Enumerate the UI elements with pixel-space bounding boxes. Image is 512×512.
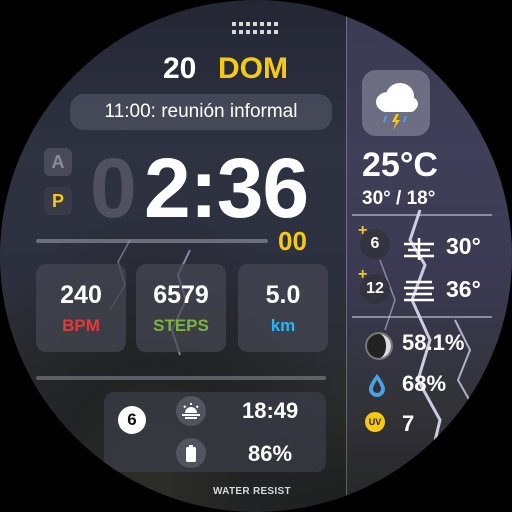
menu-dots-icon[interactable] [232,22,280,36]
humidity-drop-icon [369,374,385,397]
seconds-divider [36,239,268,243]
moon-illumination: 58.1% [402,330,465,355]
current-temperature: 25°C [362,146,438,184]
uv-icon: UV [365,412,385,432]
haze-icon [404,280,434,302]
seconds-display: 00 [278,226,307,256]
distance-value: 5.0 [265,280,301,309]
battery-level: 86% [248,441,293,466]
battery-icon [176,438,206,468]
uv-index: 7 [402,411,415,436]
heart-rate-unit: BPM [62,315,100,335]
fog-icon [404,238,434,260]
distance-complication[interactable]: 5.0 km [238,264,328,352]
steps-value: 6579 [153,280,209,309]
watch-face: 20 DOM 11:00: reunión informal A P 0 2:3… [0,0,512,512]
bottom-divider [36,376,326,380]
forecast-hours-1: 6 [360,229,390,259]
temperature-min-max: 30° / 18° [362,188,436,209]
weather-divider-1 [352,214,492,216]
heart-rate-complication[interactable]: 240 BPM [36,264,126,352]
date-day-number: 20 [163,52,197,85]
weather-divider-2 [352,316,492,318]
am-indicator: A [44,148,72,176]
sunset-time: 18:49 [242,398,299,423]
humidity-value: 68% [402,371,447,396]
next-event-complication[interactable]: 11:00: reunión informal [70,94,332,130]
water-resist-label: WATER RESIST [213,486,291,497]
distance-unit: km [270,315,296,335]
date-weekday: DOM [218,52,288,85]
forecast-temp-1: 30° [446,233,481,259]
notification-badge[interactable]: 6 [118,406,146,434]
thunderstorm-icon[interactable] [362,70,430,136]
steps-unit: STEPS [153,315,209,335]
digital-time: 2:36 [144,141,309,235]
heart-rate-value: 240 [60,280,102,309]
event-text: 11:00: reunión informal [104,101,298,122]
steps-complication[interactable]: 6579 STEPS [136,264,226,352]
forecast-hours-2: 12 [360,274,390,304]
forecast-temp-2: 36° [446,276,481,302]
sunset-icon [176,396,206,426]
pm-indicator: P [44,187,72,215]
moon-phase-icon [365,332,393,360]
hour-leading-zero: 0 [90,141,137,235]
